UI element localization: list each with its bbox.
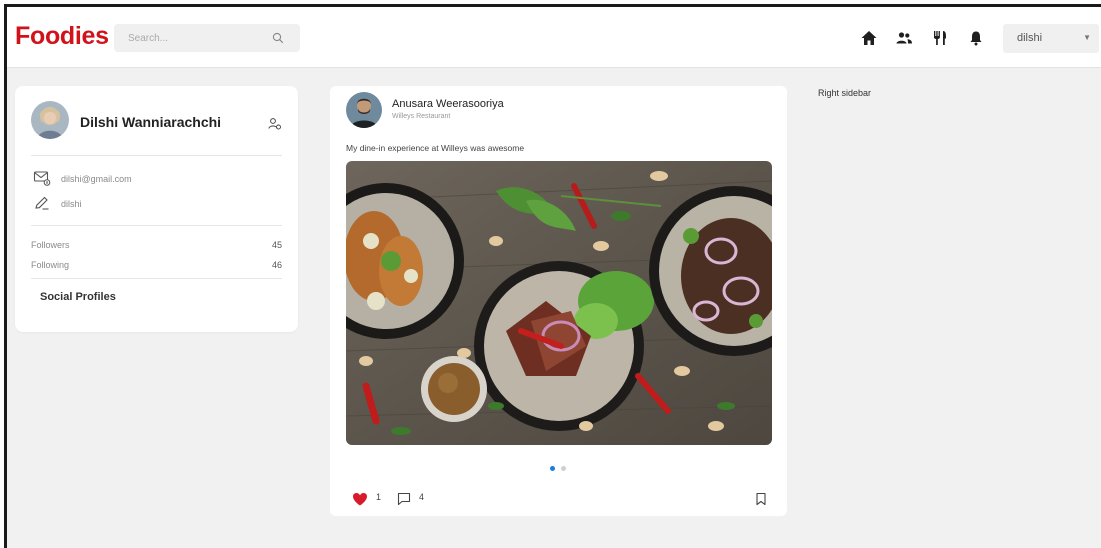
comments-count: 4 <box>419 492 425 502</box>
top-navbar: Foodies dilshi ▼ <box>7 7 1101 68</box>
edit-icon[interactable] <box>33 194 51 212</box>
post-author-avatar[interactable] <box>346 92 382 128</box>
app-logo[interactable]: Foodies <box>15 22 109 51</box>
profile-card: Dilshi Wanniarachchi dilshi@gmail.com di… <box>15 86 298 332</box>
friends-icon[interactable] <box>895 29 913 47</box>
bookmark-icon[interactable] <box>755 492 767 511</box>
comment-icon[interactable] <box>397 492 411 511</box>
social-profiles-link[interactable]: Social Profiles <box>40 291 116 303</box>
email-icon <box>33 169 51 187</box>
profile-avatar[interactable] <box>31 101 69 139</box>
likes-count: 1 <box>376 492 382 502</box>
carousel-dot-active[interactable] <box>550 466 555 471</box>
search-icon[interactable] <box>272 31 284 44</box>
profile-name: Dilshi Wanniarachchi <box>80 114 222 130</box>
user-dropdown-value: dilshi <box>1017 32 1043 44</box>
profile-username: dilshi <box>61 199 82 209</box>
user-dropdown[interactable]: dilshi ▼ <box>1003 24 1099 53</box>
followers-count[interactable]: 45 <box>272 240 282 250</box>
profile-divider <box>31 155 282 156</box>
post-author-name[interactable]: Anusara Weerasooriya <box>392 98 504 110</box>
followers-label[interactable]: Followers <box>31 240 70 250</box>
post-card: Anusara Weerasooriya Willeys Restaurant … <box>330 86 787 516</box>
bell-icon[interactable] <box>967 29 985 47</box>
add-friend-icon[interactable] <box>268 117 281 130</box>
app-frame: Foodies dilshi ▼ <box>4 4 1101 548</box>
following-count[interactable]: 46 <box>272 260 282 270</box>
post-restaurant[interactable]: Willeys Restaurant <box>392 113 450 120</box>
search-bar[interactable] <box>114 24 300 52</box>
right-sidebar: Right sidebar <box>818 88 872 98</box>
post-image[interactable] <box>346 161 772 445</box>
restaurant-icon[interactable] <box>931 29 949 47</box>
profile-email: dilshi@gmail.com <box>61 174 132 184</box>
heart-icon[interactable] <box>352 492 368 511</box>
profile-divider <box>31 225 282 226</box>
profile-divider <box>31 278 282 279</box>
following-label[interactable]: Following <box>31 260 69 270</box>
carousel-dot[interactable] <box>561 466 566 471</box>
home-icon[interactable] <box>860 29 878 47</box>
search-input[interactable] <box>128 30 258 46</box>
chevron-down-icon: ▼ <box>1083 33 1091 42</box>
post-caption: My dine-in experience at Willeys was awe… <box>346 143 525 153</box>
